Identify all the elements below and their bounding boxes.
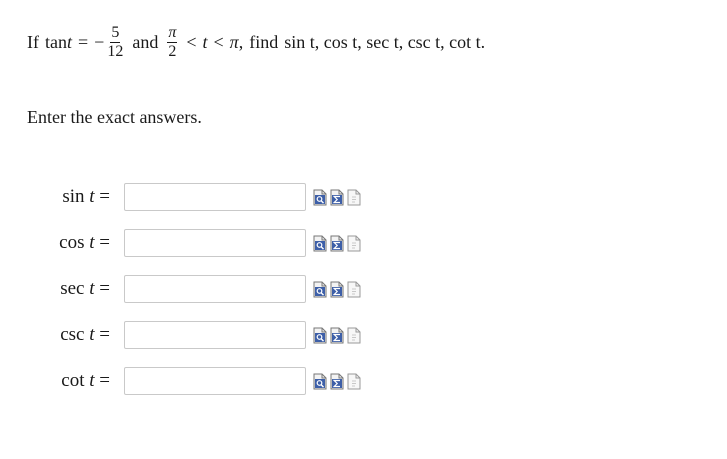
interval-pi: π — [229, 32, 239, 52]
problem-find: find — [249, 32, 279, 52]
help-page-icon[interactable] — [347, 373, 361, 390]
answer-row-sin: sin t = — [0, 182, 727, 214]
answer-tools — [313, 281, 361, 298]
function-name: sin — [62, 186, 85, 207]
variable: t — [89, 186, 95, 207]
equals-sign: = — [99, 278, 110, 299]
answer-label-cos: cos t = — [59, 232, 110, 254]
help-page-icon[interactable] — [347, 281, 361, 298]
variable: t — [89, 370, 95, 391]
problem-minus: − — [94, 32, 105, 52]
problem-targets: sin t, cos t, sec t, csc t, cot t. — [284, 32, 486, 52]
answer-row-cot: cot t = — [0, 366, 727, 398]
problem-and: and — [132, 32, 159, 52]
preview-icon[interactable] — [313, 327, 327, 344]
function-name: sec — [60, 278, 85, 299]
function-name: csc — [60, 324, 85, 345]
function-name: cos — [59, 232, 85, 253]
problem-tan: tan — [45, 32, 67, 52]
answer-tools — [313, 327, 361, 344]
variable: t — [89, 324, 95, 345]
instruction-text: Enter the exact answers. — [27, 107, 202, 127]
problem-equals: = — [78, 32, 89, 52]
problem-if: If — [27, 32, 39, 52]
equation-editor-icon[interactable] — [330, 373, 344, 390]
answer-tools — [313, 235, 361, 252]
preview-icon[interactable] — [313, 373, 327, 390]
help-page-icon[interactable] — [347, 327, 361, 344]
problem-t: t — [67, 32, 73, 52]
answer-input-sin[interactable] — [124, 183, 306, 211]
answer-input-csc[interactable] — [124, 321, 306, 349]
answer-row-sec: sec t = — [0, 274, 727, 306]
pi-over-two-fraction: π 2 — [167, 23, 178, 60]
equals-sign: = — [99, 186, 110, 207]
fraction-denominator: 12 — [107, 42, 124, 60]
preview-icon[interactable] — [313, 235, 327, 252]
answer-row-csc: csc t = — [0, 320, 727, 352]
problem-statement: If tan t = − 5 12 and π 2 < t < π, find … — [27, 22, 485, 62]
tan-value-fraction: 5 12 — [107, 23, 124, 60]
equals-sign: = — [99, 232, 110, 253]
interval-t: t — [202, 32, 208, 52]
preview-icon[interactable] — [313, 189, 327, 206]
help-page-icon[interactable] — [347, 189, 361, 206]
equation-editor-icon[interactable] — [330, 235, 344, 252]
less-than-1: < — [186, 32, 197, 52]
equation-editor-icon[interactable] — [330, 281, 344, 298]
answer-input-sec[interactable] — [124, 275, 306, 303]
equals-sign: = — [99, 324, 110, 345]
help-page-icon[interactable] — [347, 235, 361, 252]
answer-input-cos[interactable] — [124, 229, 306, 257]
problem-comma: , — [238, 32, 244, 52]
less-than-2: < — [213, 32, 224, 52]
variable: t — [89, 278, 95, 299]
answer-label-csc: csc t = — [60, 324, 110, 346]
answer-input-cot[interactable] — [124, 367, 306, 395]
pi-denominator: 2 — [168, 42, 177, 60]
equation-editor-icon[interactable] — [330, 327, 344, 344]
answer-tools — [313, 373, 361, 390]
function-name: cot — [61, 370, 85, 391]
preview-icon[interactable] — [313, 281, 327, 298]
variable: t — [89, 232, 95, 253]
equation-editor-icon[interactable] — [330, 189, 344, 206]
fraction-numerator: 5 — [110, 23, 121, 43]
answer-label-sec: sec t = — [60, 278, 110, 300]
answer-label-sin: sin t = — [62, 186, 110, 208]
answer-row-cos: cos t = — [0, 228, 727, 260]
equals-sign: = — [99, 370, 110, 391]
pi-numerator: π — [167, 23, 178, 43]
answer-tools — [313, 189, 361, 206]
answer-label-cot: cot t = — [61, 370, 110, 392]
